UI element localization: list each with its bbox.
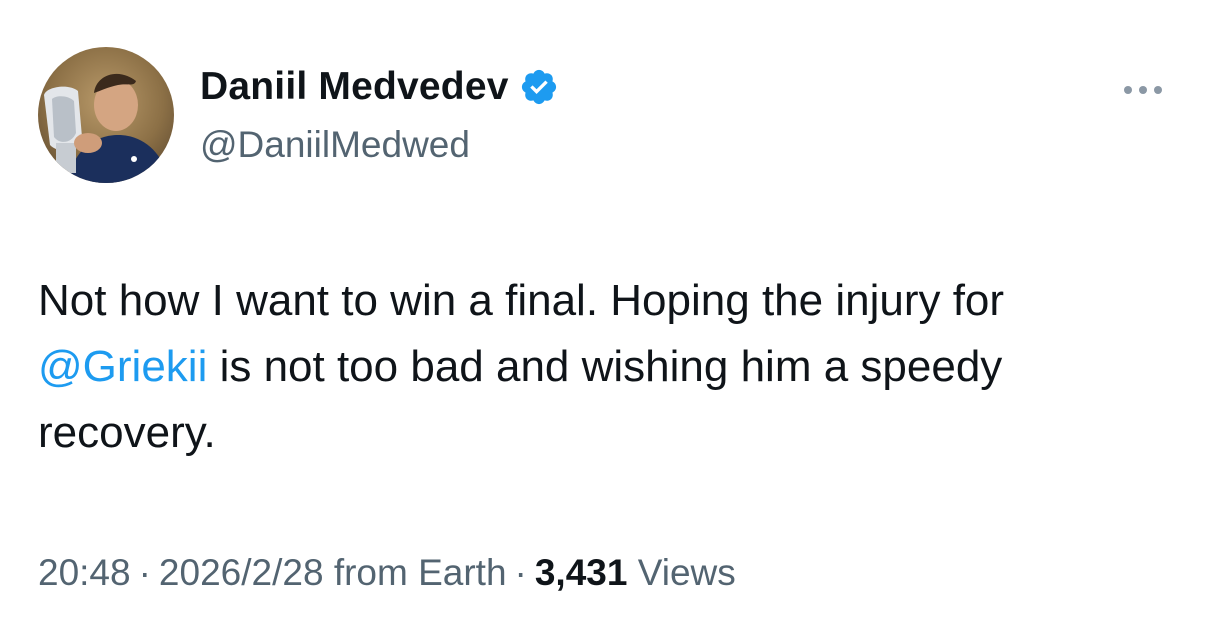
display-name[interactable]: Daniil Medvedev [200, 65, 509, 109]
author-handle[interactable]: @DaniilMedwed [200, 124, 559, 166]
mention-link[interactable]: @Griekii [38, 342, 207, 391]
tweet-time[interactable]: 20:48 [38, 552, 131, 593]
display-name-row: Daniil Medvedev [200, 64, 559, 110]
views-count[interactable]: 3,431 [535, 552, 628, 593]
verified-badge-icon [519, 67, 559, 107]
author-names: Daniil Medvedev @DaniilMedwed [200, 64, 559, 166]
tweet-date[interactable]: 2026/2/28 [159, 552, 324, 593]
meta-separator: · [138, 552, 151, 593]
tweet-source: from Earth [333, 552, 507, 593]
views-label: Views [637, 552, 736, 593]
tweet-card: Daniil Medvedev @DaniilMedwed Not how I … [0, 0, 1206, 628]
tweet-text-part1: Not how I want to win a final. Hoping th… [38, 276, 1005, 325]
meta-separator-2: · [514, 552, 527, 593]
avatar-image [38, 47, 174, 183]
tweet-meta: 20:48 · 2026/2/28 from Earth · 3,431 Views [38, 552, 736, 594]
tweet-text: Not how I want to win a final. Hoping th… [38, 268, 1168, 466]
avatar[interactable] [38, 47, 174, 183]
more-options-icon[interactable] [1118, 80, 1168, 100]
